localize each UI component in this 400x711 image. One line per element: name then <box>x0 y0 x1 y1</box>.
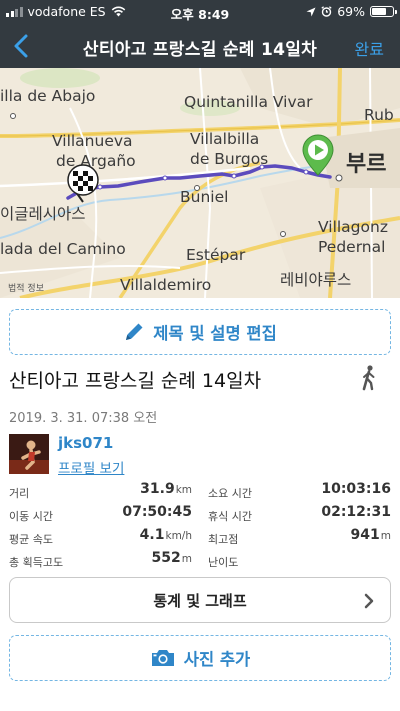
distance-value: 31.9km <box>140 481 192 497</box>
map-legal-link[interactable]: 법적 정보 <box>8 281 44 294</box>
map-label: Villanueva <box>52 132 133 150</box>
navigation-bar: 산티아고 프랑스길 순례 14일차 완료 <box>0 24 400 68</box>
battery-icon <box>370 6 397 17</box>
stats-button-label: 통계 및 그래프 <box>153 591 247 610</box>
total-time-label: 소요 시간 <box>208 487 252 500</box>
max-altitude-label: 최고점 <box>208 533 239 546</box>
chevron-right-icon <box>364 593 374 609</box>
map-label: Quintanilla Vivar <box>184 93 313 111</box>
start-marker-icon[interactable] <box>302 134 334 176</box>
view-profile-link[interactable]: 프로필 보기 <box>58 457 124 477</box>
camera-icon <box>151 650 174 666</box>
avatar[interactable] <box>9 434 49 474</box>
user-name[interactable]: jks071 <box>58 434 113 452</box>
add-photo-button[interactable]: 사진 추가 <box>9 635 391 681</box>
edit-button-label: 제목 및 설명 편집 <box>153 324 277 343</box>
map-label: de Burgos <box>190 150 269 168</box>
map-label: Estépar <box>186 246 246 264</box>
nav-title: 산티아고 프랑스길 순례 14일차 <box>82 40 318 60</box>
alarm-icon <box>321 6 332 17</box>
trail-title: 산티아고 프랑스길 순례 14일차 <box>9 370 262 392</box>
status-bar: vodafone ES 오후 8:49 69% <box>0 0 400 24</box>
total-ascent-label: 총 획득고도 <box>9 556 64 569</box>
map-label: Villaldemiro <box>120 276 212 294</box>
pencil-icon <box>126 323 143 340</box>
avg-speed-label: 평균 속도 <box>9 533 53 546</box>
difficulty-label: 난이도 <box>208 556 239 569</box>
finish-flag-icon[interactable] <box>66 164 100 204</box>
battery-percent: 69% <box>337 4 365 19</box>
trail-date: 2019. 3. 31. 07:38 오전 <box>9 411 158 426</box>
stats-and-graphs-button[interactable]: 통계 및 그래프 <box>9 577 391 623</box>
total-time-value: 10:03:16 <box>321 481 391 497</box>
map-label: 부르 <box>346 152 387 177</box>
rest-time-value: 02:12:31 <box>321 504 391 520</box>
rest-time-label: 휴식 시간 <box>208 510 252 523</box>
map-label: Villalbilla <box>190 130 260 148</box>
map-label: Pedernal <box>318 238 386 256</box>
map-label: lada del Camino <box>0 240 126 258</box>
map-label: 레비야루스 <box>280 271 352 289</box>
map-label: Rub <box>364 106 394 124</box>
map-label: 이글레시아스 <box>0 205 86 223</box>
edit-title-description-button[interactable]: 제목 및 설명 편집 <box>9 309 391 355</box>
max-altitude-value: 941m <box>350 527 391 543</box>
map-label: Villagonz <box>318 218 388 236</box>
moving-time-value: 07:50:45 <box>122 504 192 520</box>
total-ascent-value: 552m <box>151 550 192 566</box>
map-label: Buniel <box>180 188 229 206</box>
avg-speed-value: 4.1km/h <box>139 527 192 543</box>
moving-time-label: 이동 시간 <box>9 510 53 523</box>
add-photo-label: 사진 추가 <box>183 650 251 669</box>
distance-label: 거리 <box>9 487 30 500</box>
walking-icon <box>362 365 375 391</box>
map-label: illa de Abajo <box>0 87 96 105</box>
route-map[interactable]: illa de Abajo Quintanilla Vivar Rub Vill… <box>0 68 400 298</box>
location-arrow-icon <box>306 7 316 16</box>
done-button[interactable]: 완료 <box>355 36 384 60</box>
